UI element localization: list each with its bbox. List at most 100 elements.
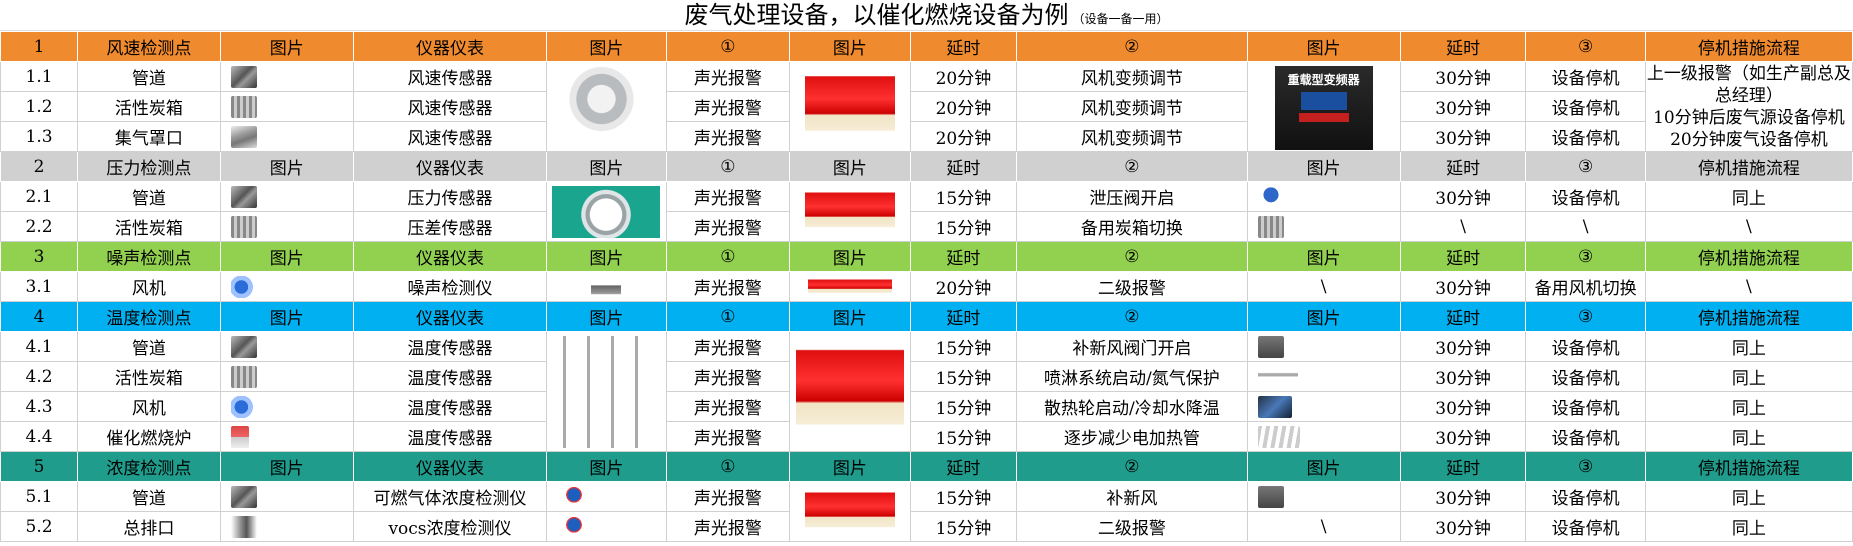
header-pic: 图片 (546, 301, 667, 332)
header-pic: 图片 (789, 451, 911, 482)
header-pic: 图片 (546, 241, 667, 272)
row-no: 3.1 (0, 271, 79, 302)
row-instrument: 可燃气体浓度检测仪 (352, 481, 548, 512)
exhaust-stack-image (230, 515, 257, 538)
row-pic (1246, 421, 1401, 452)
row-step1: 声光报警 (665, 331, 791, 362)
row-step3: 设备停机 (1525, 61, 1646, 92)
row-step3: 设备停机 (1525, 481, 1646, 512)
row-delay: 15分钟 (909, 421, 1018, 452)
row-point: 总排口 (77, 511, 221, 542)
row-point: 风机 (77, 391, 221, 422)
header-point: 温度检测点 (77, 301, 221, 332)
header-step2: ② (1016, 31, 1248, 62)
frequency-converter-image: 重载型变频器 (1274, 65, 1373, 150)
header-instrument: 仪器仪表 (352, 31, 548, 62)
row-instrument: 压差传感器 (352, 211, 548, 242)
row-pic (546, 271, 667, 302)
header-delay: 延时 (909, 151, 1018, 182)
header-step1: ① (665, 31, 791, 62)
row-no: 2.1 (0, 181, 79, 212)
header-pic: 图片 (789, 301, 911, 332)
row-no: 4.1 (0, 331, 79, 362)
table-row: 4.2 活性炭箱 温度传感器 声光报警 15分钟 喷淋系统启动/氮气保护 30分… (0, 361, 1853, 392)
row-step3: 设备停机 (1525, 181, 1646, 212)
row-delay2: \ (1399, 211, 1527, 242)
table-row: 3.1 风机 噪声检测仪 声光报警 20分钟 二级报警 \ 30分钟 备用风机切… (0, 271, 1853, 302)
alarm-pic-cell (789, 481, 911, 542)
row-point: 风机 (77, 271, 221, 302)
header-pic: 图片 (1246, 241, 1401, 272)
relief-valve-image (1257, 185, 1284, 208)
row-pic (219, 91, 354, 122)
table-row: 4.3 风机 温度传感器 声光报警 15分钟 散热轮启动/冷却水降温 30分钟 … (0, 391, 1853, 422)
row-pic (219, 421, 354, 452)
row-instrument: 风速传感器 (352, 121, 548, 152)
pipe-image (230, 65, 257, 88)
header-step1: ① (665, 241, 791, 272)
row-instrument: 温度传感器 (352, 391, 548, 422)
row-pic (219, 211, 354, 242)
row-step3: \ (1525, 211, 1646, 242)
header-step3: ③ (1525, 241, 1646, 272)
row-pic (1246, 361, 1401, 392)
fan-image (230, 395, 257, 418)
header-delay: 延时 (909, 241, 1018, 272)
header-shutdown: 停机措施流程 (1644, 451, 1853, 482)
row-step1: 声光报警 (665, 391, 791, 422)
furnace-image (230, 425, 249, 448)
carbon-box-image (230, 95, 257, 118)
row-delay2: 30分钟 (1399, 361, 1527, 392)
alarm-pic-cell (789, 61, 911, 152)
thermo-pic-cell (546, 331, 667, 452)
row-shutdown: 同上 (1644, 421, 1853, 452)
row-no: 4.2 (0, 361, 79, 392)
row-no: 5.1 (0, 481, 79, 512)
header-pic: 图片 (789, 31, 911, 62)
header-step2: ② (1016, 241, 1248, 272)
row-no: 1.3 (0, 121, 79, 152)
table-row: 1.2 活性炭箱 风速传感器 声光报警 20分钟 风机变频调节 30分钟 设备停… (0, 91, 1853, 122)
header-pic: 图片 (219, 31, 354, 62)
row-delay: 15分钟 (909, 481, 1018, 512)
row-point: 催化燃烧炉 (77, 421, 221, 452)
header-delay: 延时 (909, 301, 1018, 332)
carbon-box-image (230, 215, 257, 238)
header-step3: ③ (1525, 31, 1646, 62)
fresh-air-valve-image (1257, 335, 1284, 358)
alarm-lamp-image (804, 65, 895, 148)
header-shutdown: 停机措施流程 (1644, 151, 1853, 182)
section-header-4: 4 温度检测点 图片 仪器仪表 图片 ① 图片 延时 ② 图片 延时 ③ 停机措… (0, 301, 1853, 332)
row-pic (219, 481, 354, 512)
pipe-image (230, 335, 257, 358)
header-delay: 延时 (1399, 151, 1527, 182)
row-delay2: 30分钟 (1399, 181, 1527, 212)
alarm-pic-cell (789, 181, 911, 242)
header-instrument: 仪器仪表 (352, 451, 548, 482)
row-step2: 备用炭箱切换 (1016, 211, 1248, 242)
row-step1: 声光报警 (665, 121, 791, 152)
row-delay: 15分钟 (909, 211, 1018, 242)
vocs-detector-image (557, 515, 592, 538)
section-header-5: 5 浓度检测点 图片 仪器仪表 图片 ① 图片 延时 ② 图片 延时 ③ 停机措… (0, 451, 1853, 482)
header-delay: 延时 (909, 451, 1018, 482)
header-instrument: 仪器仪表 (352, 151, 548, 182)
row-delay2: 30分钟 (1399, 121, 1527, 152)
row-delay2: 30分钟 (1399, 481, 1527, 512)
header-delay: 延时 (1399, 241, 1527, 272)
heat-wheel-image (1257, 395, 1292, 418)
thermocouple-image (553, 335, 660, 448)
row-pic (219, 61, 354, 92)
equipment-table: 1 风速检测点 图片 仪器仪表 图片 ① 图片 延时 ② 图片 延时 ③ 停机措… (0, 31, 1853, 542)
page-subtitle: （设备一备一用） (1072, 12, 1169, 26)
row-instrument: 噪声检测仪 (352, 271, 548, 302)
gauge-pic-cell (546, 181, 667, 242)
row-point: 活性炭箱 (77, 91, 221, 122)
row-delay: 15分钟 (909, 511, 1018, 542)
row-delay: 15分钟 (909, 391, 1018, 422)
row-pic (219, 361, 354, 392)
row-delay2: 30分钟 (1399, 61, 1527, 92)
row-delay2: 30分钟 (1399, 91, 1527, 122)
pressure-gauge-image (552, 185, 661, 238)
pipe-image (230, 485, 257, 508)
